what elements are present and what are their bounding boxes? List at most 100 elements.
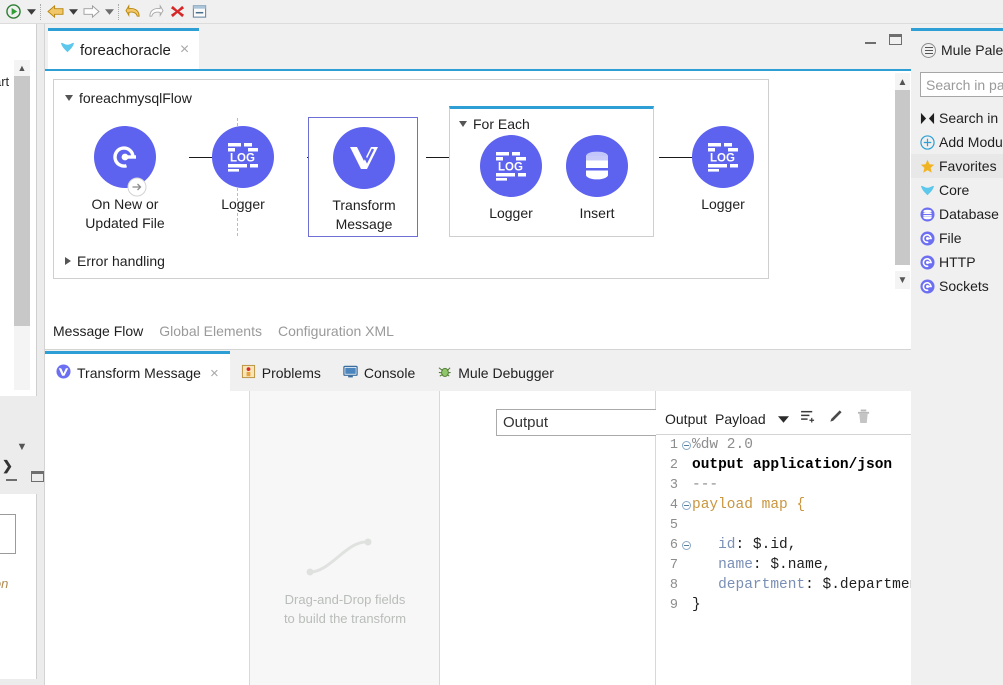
palette-item-core[interactable]: Core bbox=[911, 178, 1003, 202]
maximize-icon[interactable] bbox=[889, 34, 902, 45]
code-token: %dw 2.0 bbox=[692, 437, 753, 453]
palette-item-database[interactable]: Database bbox=[911, 202, 1003, 226]
tab-message-flow[interactable]: Message Flow bbox=[53, 323, 143, 339]
flow-scope-for-each[interactable]: For Each LOG Logger bbox=[449, 106, 654, 237]
code-line-number: 7 bbox=[656, 558, 680, 573]
code-line-number: 9 bbox=[656, 598, 680, 613]
code-token: id bbox=[692, 537, 736, 553]
back-arrow-icon[interactable] bbox=[44, 1, 66, 23]
redo-arrow-icon[interactable] bbox=[144, 1, 166, 23]
canvas-vertical-scrollbar[interactable]: ▲ ▼ bbox=[893, 71, 911, 314]
code-line-number: 4 bbox=[656, 498, 680, 513]
ide-window: art ▲ ▼ ❯ ion foreacho bbox=[0, 0, 1003, 685]
palette-item-label: Favorites bbox=[939, 158, 997, 174]
tab-global-elements[interactable]: Global Elements bbox=[159, 323, 262, 339]
scroll-up-icon[interactable]: ▲ bbox=[895, 73, 910, 91]
run-dropdown[interactable] bbox=[24, 1, 38, 23]
left-scroll-down-icon[interactable]: ▼ bbox=[14, 439, 30, 455]
collapse-triangle-icon[interactable] bbox=[459, 121, 467, 127]
left-panel-scrollbar[interactable] bbox=[14, 60, 30, 390]
exchange-icon bbox=[919, 110, 935, 126]
tab-console[interactable]: Console bbox=[332, 354, 426, 392]
code-fold-icon[interactable] bbox=[680, 541, 692, 550]
expand-triangle-icon[interactable] bbox=[65, 257, 71, 265]
output-field[interactable]: Output bbox=[496, 409, 662, 436]
plus-circle-icon bbox=[919, 134, 935, 150]
red-x-icon[interactable] bbox=[166, 1, 188, 23]
drag-drop-hint: Drag-and-Drop fieldsto build the transfo… bbox=[250, 591, 440, 629]
forward-arrow-icon[interactable] bbox=[80, 1, 102, 23]
flow-canvas[interactable]: foreachmysqlFlow bbox=[45, 69, 911, 312]
transform-input-pane[interactable] bbox=[45, 391, 250, 685]
back-dropdown[interactable] bbox=[66, 1, 80, 23]
trash-icon[interactable] bbox=[857, 409, 870, 429]
tab-label: Problems bbox=[262, 365, 321, 381]
scroll-down-icon[interactable]: ▼ bbox=[895, 271, 910, 289]
editor-tab-label: foreachoracle bbox=[80, 42, 171, 59]
main-toolbar bbox=[0, 0, 1003, 24]
flow-node-on-new-or-updated-file[interactable]: On New orUpdated File bbox=[66, 126, 184, 233]
palette-search-input[interactable]: Search in palette bbox=[920, 72, 1003, 97]
transform-message-icon bbox=[333, 127, 395, 189]
database-icon bbox=[919, 206, 935, 222]
flow-name: foreachmysqlFlow bbox=[79, 90, 192, 106]
code-line-number: 1 bbox=[656, 438, 680, 453]
canvas-scroll-thumb[interactable] bbox=[895, 90, 910, 265]
left-scroll-up-icon[interactable]: ▲ bbox=[14, 60, 30, 76]
logger-icon: LOG bbox=[480, 135, 542, 197]
collapse-triangle-icon[interactable] bbox=[65, 95, 73, 101]
palette-item-file[interactable]: File bbox=[911, 226, 1003, 250]
tab-configuration-xml[interactable]: Configuration XML bbox=[278, 323, 394, 339]
palette-item-search-in-exchange[interactable]: Search in Exchange bbox=[911, 106, 1003, 130]
minimize-icon[interactable] bbox=[6, 472, 17, 481]
close-icon[interactable]: × bbox=[180, 41, 189, 59]
transform-output-pane[interactable]: Output bbox=[440, 391, 656, 685]
transform-mapping-pane[interactable]: Drag-and-Drop fieldsto build the transfo… bbox=[250, 391, 440, 685]
code-fold-icon[interactable] bbox=[680, 441, 692, 450]
code-editor[interactable]: 1%dw 2.02output application/json3---4pay… bbox=[656, 435, 911, 685]
code-line-number: 5 bbox=[656, 518, 680, 533]
left-panel-scroll-thumb[interactable] bbox=[14, 76, 30, 326]
undo-arrow-icon[interactable] bbox=[122, 1, 144, 23]
tab-problems[interactable]: Problems bbox=[230, 354, 332, 392]
menu-icon[interactable] bbox=[921, 43, 936, 58]
flow-node-label: Insert bbox=[538, 204, 656, 223]
palette-item-add-module[interactable]: Add Module bbox=[911, 130, 1003, 154]
tab-transform-message[interactable]: Transform Message × bbox=[45, 351, 230, 392]
minimize-icon[interactable] bbox=[865, 35, 876, 44]
forward-dropdown[interactable] bbox=[102, 1, 116, 23]
dataweave-code-pane[interactable]: Output Payload 1%dw 2.02 bbox=[656, 391, 911, 685]
flow-node-insert[interactable]: Insert bbox=[538, 135, 656, 223]
connector-icon bbox=[919, 254, 935, 270]
tab-mule-debugger[interactable]: Mule Debugger bbox=[426, 354, 565, 392]
palette-item-http[interactable]: HTTP bbox=[911, 250, 1003, 274]
palette-item-label: Search in Exchange bbox=[939, 110, 1003, 126]
palette-item-favorites[interactable]: Favorites bbox=[911, 154, 1003, 178]
code-token: payload map { bbox=[692, 497, 805, 513]
palette-item-label: Core bbox=[939, 182, 969, 198]
error-handling-label: Error handling bbox=[77, 253, 165, 269]
tab-label: Mule Debugger bbox=[458, 365, 554, 381]
connector-icon bbox=[919, 230, 935, 246]
chevron-down-icon[interactable] bbox=[778, 410, 789, 428]
run-button[interactable] bbox=[2, 1, 24, 23]
bottom-view-tabbar: Transform Message × Problems Console Mu bbox=[45, 350, 911, 392]
flow-node-logger-1[interactable]: LOG Logger bbox=[184, 126, 302, 214]
flow-node-logger-3[interactable]: LOG Logger bbox=[664, 126, 782, 214]
editor-tab-foreachoracle[interactable]: foreachoracle × bbox=[48, 28, 199, 69]
error-handling-section[interactable]: Error handling bbox=[65, 253, 165, 269]
panel-icon[interactable] bbox=[188, 1, 210, 23]
code-fold-icon[interactable] bbox=[680, 501, 692, 510]
close-icon[interactable]: × bbox=[210, 365, 219, 382]
left-edge-strips: art ▲ ▼ ❯ ion bbox=[0, 24, 45, 685]
flow-header[interactable]: foreachmysqlFlow bbox=[65, 90, 192, 106]
scope-header[interactable]: For Each bbox=[459, 116, 530, 132]
code-token: output application/json bbox=[692, 457, 892, 473]
flow-node-transform-message[interactable]: TransformMessage bbox=[308, 117, 418, 237]
left-panel-box bbox=[0, 514, 16, 554]
flow-node-label: Logger bbox=[664, 195, 782, 214]
maximize-icon[interactable] bbox=[31, 471, 44, 482]
palette-item-sockets[interactable]: Sockets bbox=[911, 274, 1003, 298]
add-lines-icon[interactable] bbox=[801, 410, 816, 428]
pencil-icon[interactable] bbox=[828, 409, 843, 429]
